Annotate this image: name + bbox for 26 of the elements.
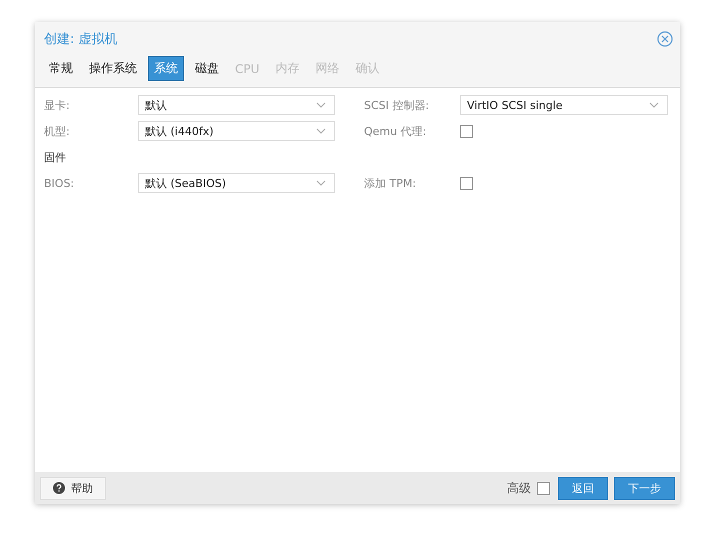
field-label: 机型: [44,124,71,138]
field-label: 添加 TPM: [364,176,418,190]
select-field[interactable]: 默认 [138,95,335,115]
select-field[interactable]: VirtIO SCSI single [460,95,668,115]
advanced-label: 高级 [507,480,531,496]
field-label: SCSI 控制器: [364,98,430,112]
chevron-down-icon [316,128,326,134]
checkbox[interactable] [460,124,473,138]
select-field[interactable]: 默认 (SeaBIOS) [138,173,335,193]
tab[interactable]: 磁盘 [190,56,224,81]
chevron-down-icon [316,180,326,186]
chevron-down-icon [649,102,659,108]
window-title: 创建: 虚拟机 [44,31,118,48]
checkbox[interactable] [460,176,473,190]
tab[interactable]: 常规 [44,56,78,81]
checkbox[interactable] [537,482,550,494]
tab[interactable]: 操作系统 [84,56,142,81]
close-icon[interactable] [657,31,673,47]
help-button[interactable]: 帮助 [40,476,106,500]
field-label: Qemu 代理: [364,124,428,138]
field-label: BIOS: [44,176,76,190]
select-field[interactable]: 默认 (i440fx) [138,121,335,141]
help-icon [53,482,65,494]
field-label: 显卡: [44,98,71,112]
section-heading: 固件 [44,150,66,164]
chevron-down-icon [316,102,326,108]
